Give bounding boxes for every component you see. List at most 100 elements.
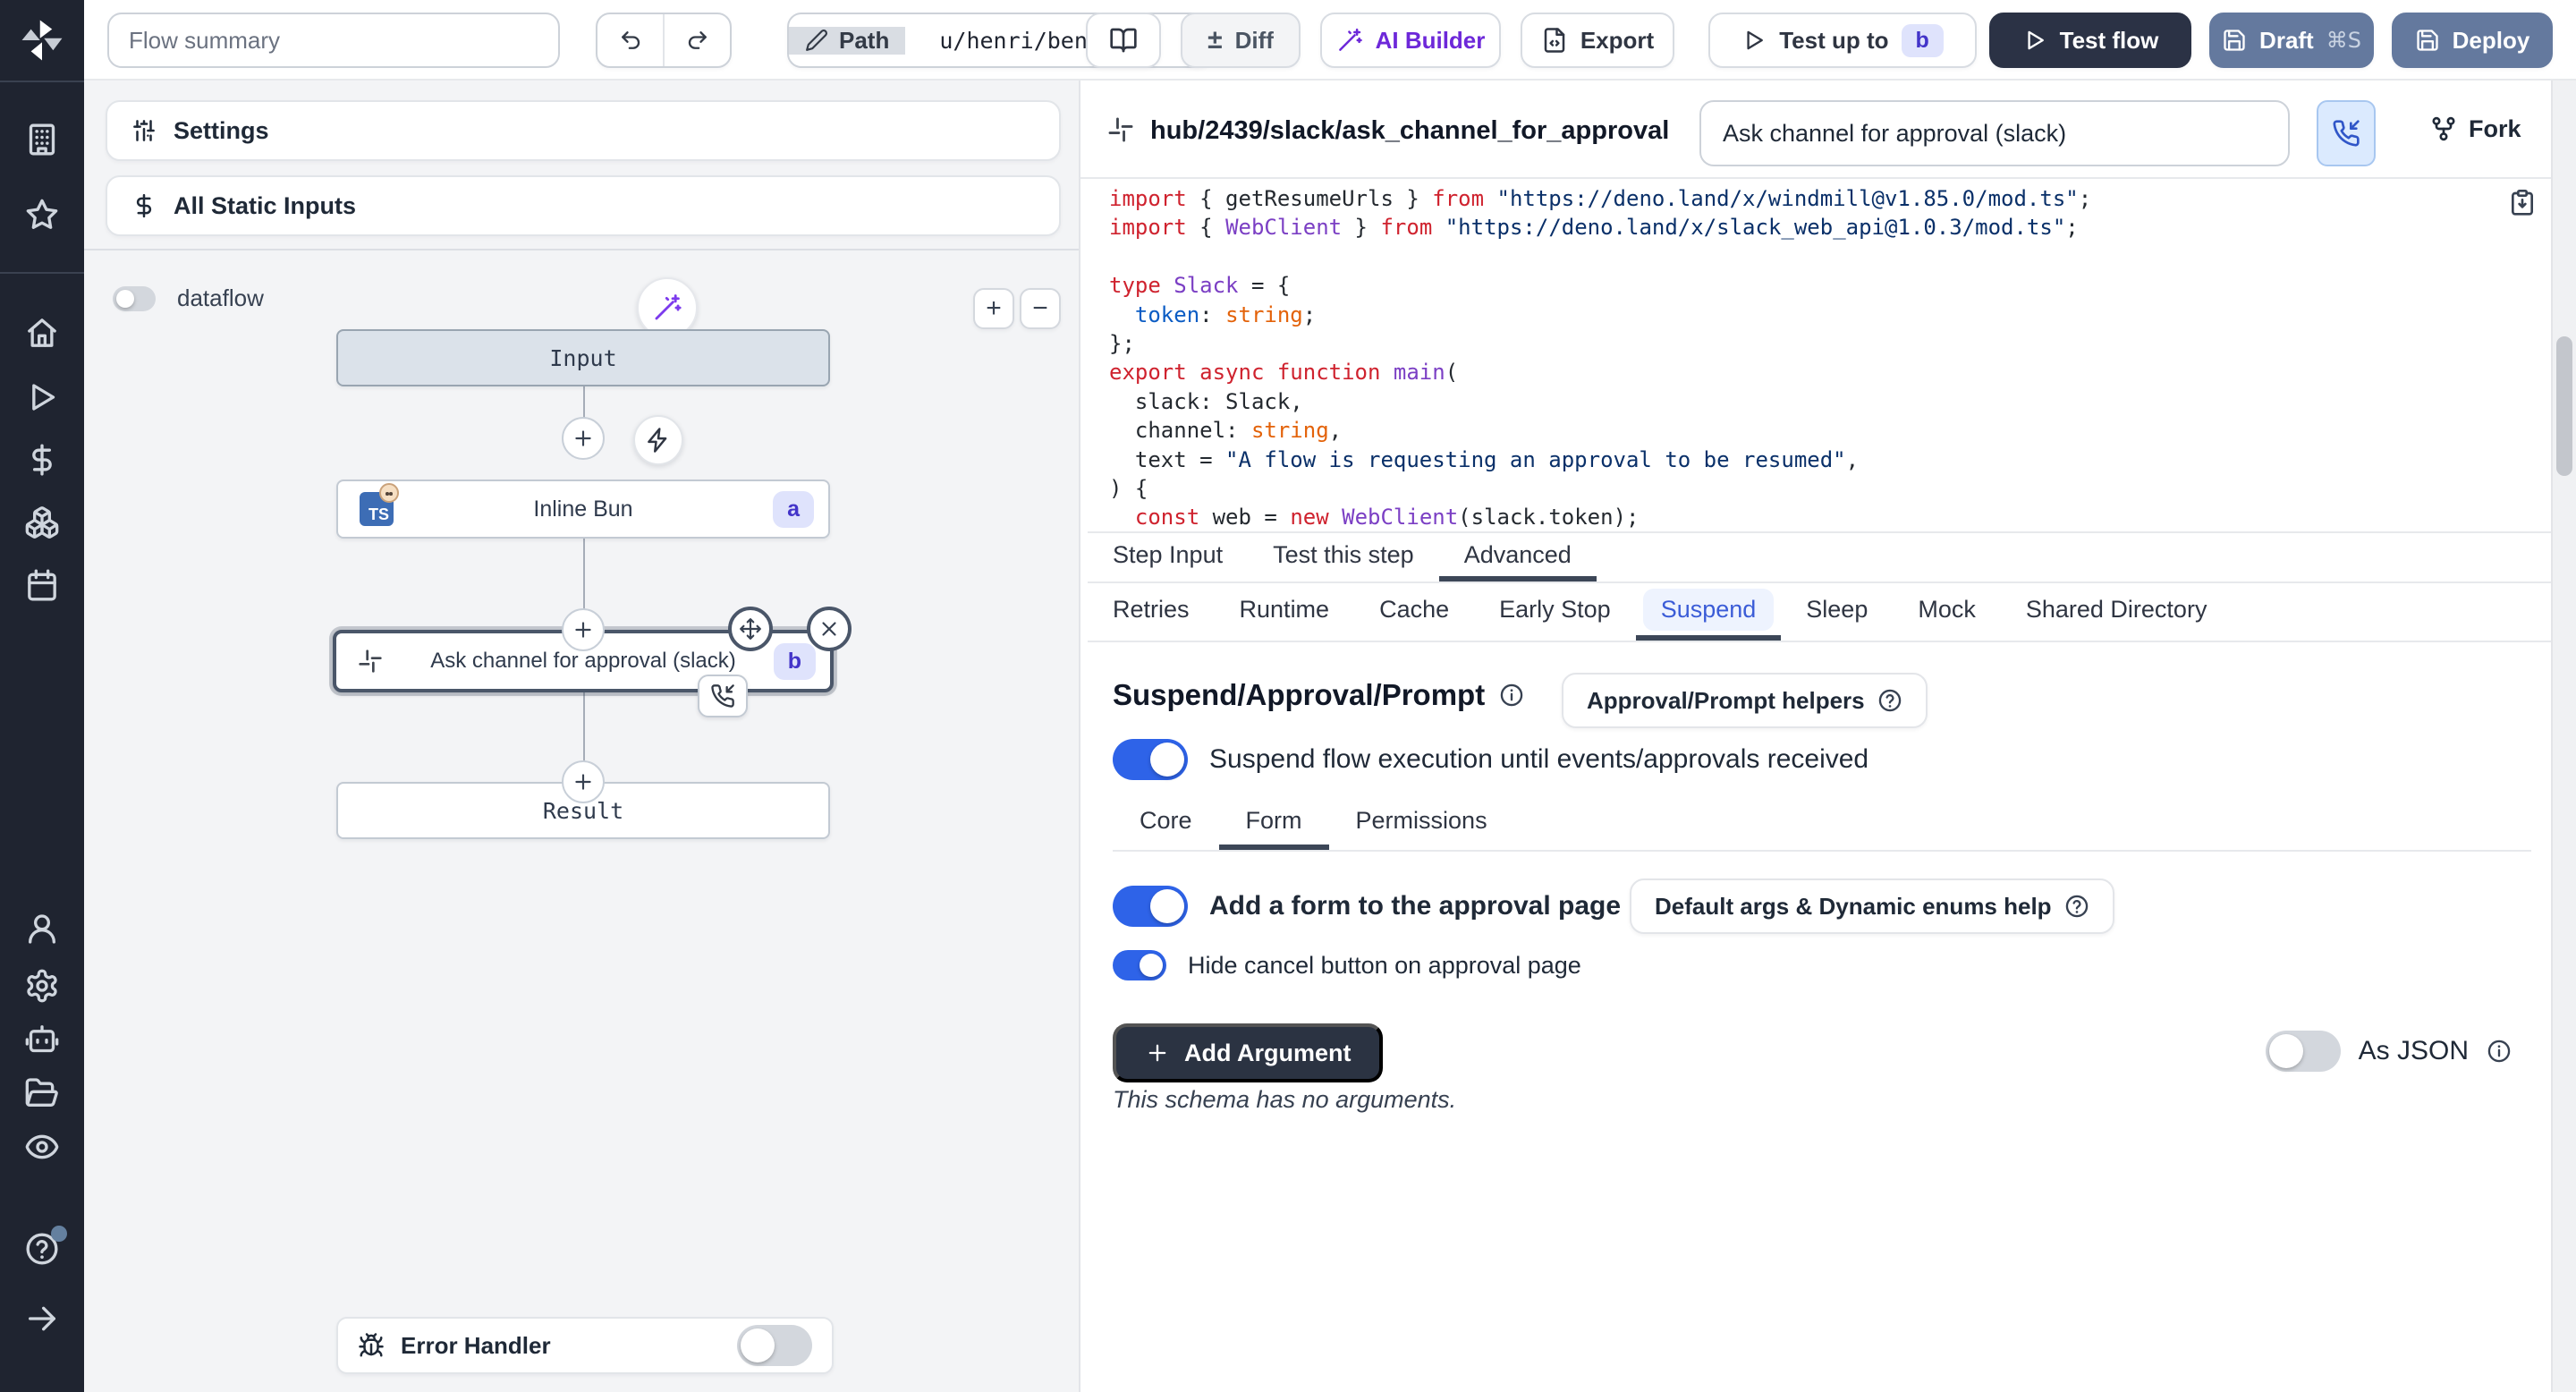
- top-toolbar: Flow summary Path u/henri/ben ± Diff: [84, 0, 2576, 81]
- undo-button[interactable]: [597, 14, 665, 66]
- tab-mock[interactable]: Mock: [1893, 583, 2001, 641]
- export-button[interactable]: Export: [1521, 13, 1674, 68]
- windmill-flow-editor: Flow summary Path u/henri/ben ± Diff: [0, 0, 2576, 1392]
- move-step-button[interactable]: [728, 607, 773, 651]
- diff-button[interactable]: ± Diff: [1181, 13, 1301, 68]
- sidebar-item-home-icon[interactable]: [24, 315, 60, 351]
- deploy-button[interactable]: Deploy: [2392, 13, 2553, 68]
- as-json-toggle[interactable]: [2266, 1031, 2341, 1072]
- approval-prompt-helpers-button[interactable]: Approval/Prompt helpers: [1562, 673, 1928, 728]
- step-header: hub/2439/slack/ask_channel_for_approval …: [1080, 81, 2576, 179]
- suspend-form-tabs: Core Form Permissions: [1113, 796, 2531, 852]
- sidebar-item-variables-dollar-icon[interactable]: [24, 442, 60, 478]
- flow-settings-button[interactable]: Settings: [106, 100, 1061, 161]
- phone-incoming-icon: [2332, 119, 2360, 148]
- sidebar-item-user-icon[interactable]: [24, 911, 60, 946]
- scrollbar-thumb[interactable]: [2556, 336, 2572, 476]
- as-json-label: As JSON: [2359, 1036, 2469, 1066]
- default-args-help-button[interactable]: Default args & Dynamic enums help: [1630, 878, 2114, 934]
- delete-step-button[interactable]: [807, 607, 852, 651]
- error-handler-toggle[interactable]: [737, 1325, 812, 1366]
- dataflow-toggle[interactable]: [113, 286, 156, 311]
- step-detail-panel: hub/2439/slack/ask_channel_for_approval …: [1080, 81, 2576, 1392]
- sidebar-item-help-icon[interactable]: [24, 1231, 60, 1267]
- insert-step-button[interactable]: [562, 417, 605, 460]
- add-argument-button[interactable]: Add Argument: [1113, 1023, 1383, 1082]
- dataflow-toggle-row: dataflow: [113, 284, 264, 312]
- help-circle-icon: [2064, 894, 2089, 919]
- suspend-toggle-label: Suspend flow execution until events/appr…: [1209, 744, 1868, 775]
- test-flow-button[interactable]: Test flow: [1989, 13, 2191, 68]
- wand-sparkles-icon: [652, 293, 682, 323]
- sidebar-item-workers-bot-icon[interactable]: [24, 1022, 60, 1057]
- git-fork-icon: [2429, 115, 2458, 143]
- advanced-tabs: Retries Runtime Cache Early Stop Suspend…: [1088, 583, 2576, 642]
- sidebar-item-star-icon[interactable]: [24, 197, 60, 233]
- sidebar-expand-arrow-icon[interactable]: [24, 1301, 60, 1337]
- tab-advanced[interactable]: Advanced: [1439, 533, 1597, 581]
- zoom-out-button[interactable]: −: [1020, 288, 1061, 329]
- play-icon: [2022, 28, 2047, 53]
- clipboard-icon: [2508, 188, 2537, 216]
- flow-summary-input[interactable]: Flow summary: [107, 13, 560, 68]
- insert-step-button[interactable]: [562, 760, 605, 803]
- tab-test-this-step[interactable]: Test this step: [1248, 533, 1439, 581]
- trigger-zap-button[interactable]: [633, 415, 683, 465]
- hide-cancel-toggle[interactable]: [1113, 950, 1166, 980]
- sidebar-item-audit-eye-icon[interactable]: [24, 1129, 60, 1165]
- tab-shared-directory[interactable]: Shared Directory: [2001, 583, 2233, 641]
- approval-phone-button[interactable]: [2317, 100, 2376, 166]
- suspend-section-title: Suspend/Approval/Prompt: [1113, 678, 1524, 712]
- approval-phone-chip[interactable]: [698, 675, 748, 717]
- fork-button[interactable]: Fork: [2429, 115, 2521, 143]
- sidebar-item-runs-play-icon[interactable]: [24, 379, 60, 415]
- step-id-badge: a: [773, 491, 814, 528]
- tab-retries[interactable]: Retries: [1088, 583, 1215, 641]
- path-label: Path: [839, 27, 889, 55]
- sidebar-item-resources-boxes-icon[interactable]: [24, 505, 60, 540]
- docs-book-button[interactable]: [1086, 13, 1161, 68]
- ai-builder-button[interactable]: AI Builder: [1320, 13, 1501, 68]
- zoom-in-button[interactable]: +: [973, 288, 1014, 329]
- draft-button[interactable]: Draft ⌘S: [2209, 13, 2374, 68]
- flow-step-a-node[interactable]: TS Inline Bun a: [336, 480, 830, 539]
- tab-early-stop[interactable]: Early Stop: [1474, 583, 1636, 641]
- sidebar-divider: [0, 81, 84, 82]
- slack-icon: [356, 647, 385, 675]
- hide-cancel-toggle-row: Hide cancel button on approval page: [1113, 950, 1581, 980]
- code-editor[interactable]: import { getResumeUrls } from "https://d…: [1109, 184, 2522, 532]
- error-handler-card[interactable]: Error Handler: [336, 1317, 834, 1374]
- path-segment: Path: [789, 27, 905, 55]
- right-scrollbar[interactable]: [2551, 81, 2576, 1392]
- test-up-to-button[interactable]: Test up to b: [1708, 13, 1977, 68]
- undo-redo-group: [596, 13, 732, 68]
- tab-form[interactable]: Form: [1219, 796, 1329, 850]
- sidebar-item-schedules-calendar-icon[interactable]: [24, 567, 60, 603]
- tab-cache[interactable]: Cache: [1354, 583, 1474, 641]
- script-path[interactable]: hub/2439/slack/ask_channel_for_approval: [1150, 116, 1669, 146]
- dataflow-label: dataflow: [177, 284, 264, 312]
- tab-runtime[interactable]: Runtime: [1215, 583, 1355, 641]
- bun-icon: [379, 483, 399, 503]
- copy-code-button[interactable]: [2508, 188, 2537, 216]
- sidebar-item-building-icon[interactable]: [24, 122, 60, 157]
- flow-summary-placeholder: Flow summary: [129, 27, 280, 55]
- tab-suspend[interactable]: Suspend: [1636, 583, 1782, 641]
- flow-input-node[interactable]: Input: [336, 329, 830, 386]
- tab-step-input[interactable]: Step Input: [1088, 533, 1248, 581]
- insert-step-button[interactable]: [562, 608, 605, 651]
- error-handler-label: Error Handler: [401, 1332, 721, 1360]
- add-form-toggle[interactable]: [1113, 886, 1188, 927]
- sidebar-item-settings-gear-icon[interactable]: [24, 968, 60, 1004]
- tab-sleep[interactable]: Sleep: [1781, 583, 1893, 641]
- redo-button[interactable]: [665, 14, 730, 66]
- sidebar-item-folders-icon[interactable]: [24, 1075, 60, 1111]
- tab-permissions[interactable]: Permissions: [1329, 796, 1514, 850]
- step-title-input[interactable]: Ask channel for approval (slack): [1699, 100, 2290, 166]
- suspend-toggle[interactable]: [1113, 739, 1188, 780]
- tab-core[interactable]: Core: [1113, 796, 1219, 850]
- windmill-logo-icon[interactable]: [18, 16, 66, 64]
- play-icon: [1741, 28, 1767, 53]
- all-static-inputs-button[interactable]: All Static Inputs: [106, 175, 1061, 236]
- draft-shortcut: ⌘S: [2326, 28, 2361, 53]
